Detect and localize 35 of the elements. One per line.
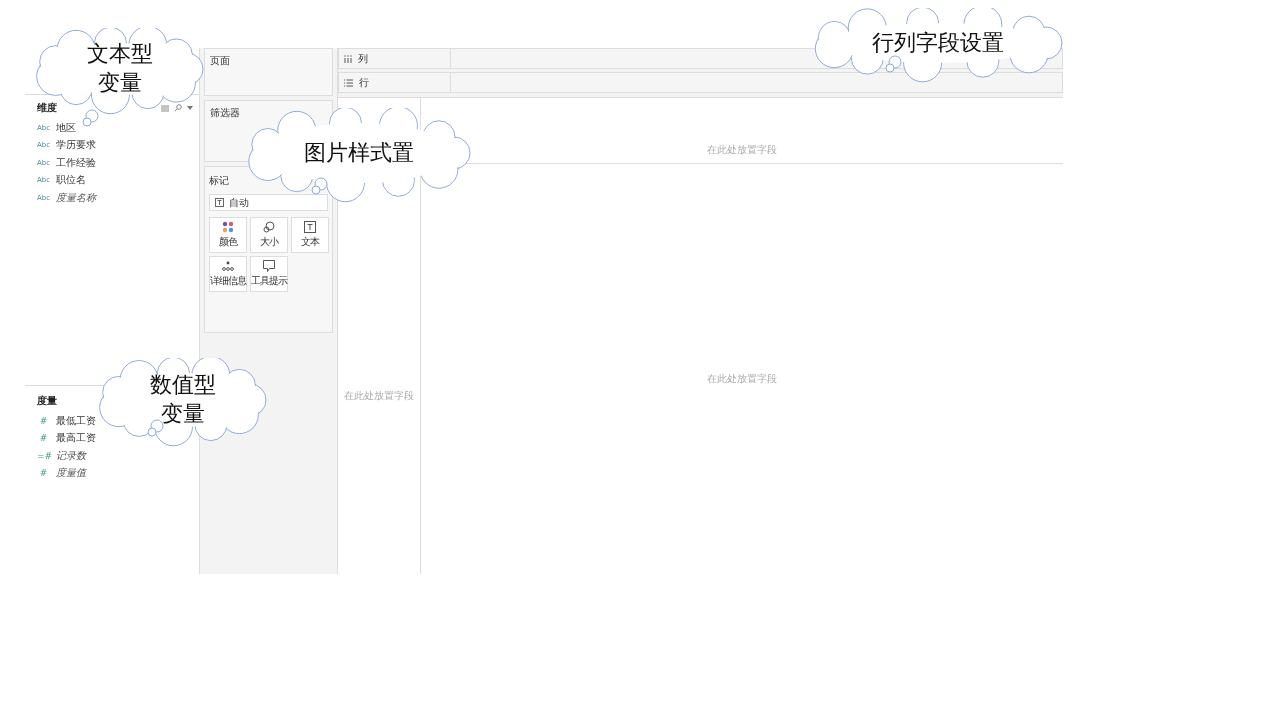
size-circles-icon [263, 221, 275, 233]
tooltip-icon [263, 260, 275, 272]
field-item[interactable]: # 最低工资 [25, 412, 96, 430]
mark-button[interactable]: 工具提示 [250, 256, 288, 292]
text-mark-icon [215, 198, 224, 207]
color-dots-icon [222, 221, 234, 233]
mark-button[interactable]: 文本 [291, 217, 329, 253]
drop-hint: 在此处放置字段 [707, 143, 777, 157]
shelf-label: 行 [359, 75, 369, 90]
rows-icon [344, 78, 353, 87]
callout-text: 变量 [98, 69, 142, 97]
field-item[interactable]: =# 记录数 [25, 447, 86, 465]
field-item[interactable]: # 度量值 [25, 464, 86, 482]
caret-icon[interactable] [187, 106, 193, 110]
text-icon [304, 221, 316, 233]
card-title: 标记 [209, 174, 230, 188]
pages-card: 页面 [204, 48, 333, 96]
shelf-label: 列 [358, 51, 368, 66]
search-icon[interactable] [174, 104, 182, 112]
field-item[interactable]: # 最高工资 [25, 429, 96, 447]
section-title: 度量 [37, 394, 57, 408]
drop-hint: 在此处放置字段 [707, 372, 777, 386]
shelf[interactable]: 行 [338, 72, 1063, 93]
callout-text: 变量 [161, 400, 205, 428]
mark-type-dropdown[interactable]: 自动 [209, 194, 328, 211]
mark-button[interactable]: 详细信息 [209, 256, 247, 292]
callout-text: 图片样式置 [304, 138, 414, 167]
mark-button[interactable]: 颜色 [209, 217, 247, 253]
callout-text: 文本型 [87, 40, 153, 69]
drop-hint: 在此处放置字段 [344, 389, 414, 403]
columns-icon [344, 54, 352, 63]
section-title: 维度 [37, 101, 57, 115]
mark-button[interactable]: 大小 [250, 217, 288, 253]
callout-text: 数值型 [150, 371, 216, 400]
detail-dots-icon [222, 260, 234, 272]
